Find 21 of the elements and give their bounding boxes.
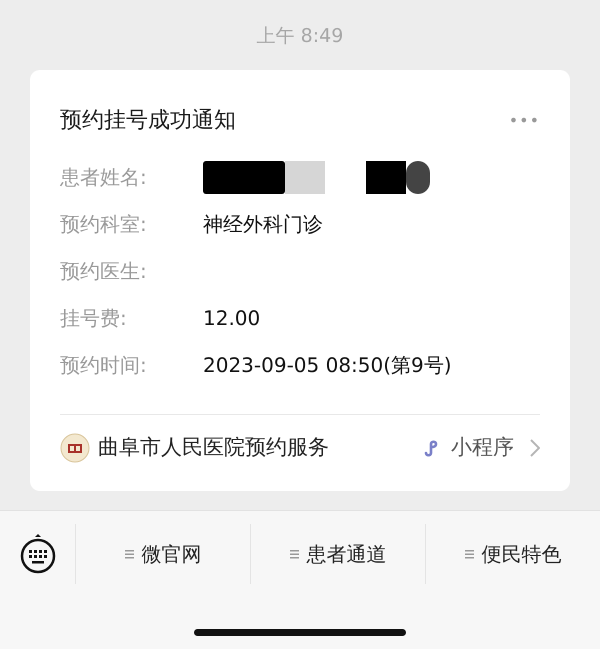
menu-button[interactable]: 微官网 bbox=[75, 524, 250, 584]
mini-program-label: 小程序 bbox=[451, 434, 514, 461]
card-title: 预约挂号成功通知 bbox=[60, 107, 236, 135]
field-label: 预约时间: bbox=[60, 352, 148, 378]
menu-icon bbox=[290, 548, 298, 558]
field-value: 神经外科门诊 bbox=[203, 210, 323, 238]
field-value: 2023-09-05 08:50(第9号) bbox=[203, 352, 452, 378]
menu-button[interactable]: 便民特色 bbox=[425, 524, 600, 584]
menu-icon bbox=[124, 548, 134, 558]
hospital-logo-icon bbox=[60, 432, 90, 462]
keyboard-icon[interactable] bbox=[18, 534, 56, 574]
service-name[interactable]: 曲阜市人民医院预约服务 bbox=[98, 432, 329, 464]
menu-button[interactable]: 患者通道 bbox=[250, 524, 425, 584]
field-label: 预约医生: bbox=[60, 258, 148, 284]
field-label: 预约科室: bbox=[60, 210, 148, 238]
timestamp: 上午 8:49 bbox=[256, 25, 344, 47]
field-label: 患者姓名: bbox=[60, 164, 148, 190]
field-label: 挂号费: bbox=[60, 304, 128, 332]
message-card[interactable]: 预约挂号成功通知 ••• 患者姓名: 预约科室: 神经外科门诊 预约医生: 挂号费: 12.00 预约时间: 2023-09-05 08:50(第9号) 曲阜市人民医院预约服务 小程序 bbox=[30, 70, 570, 491]
menu-icon bbox=[464, 548, 474, 558]
field-value: 12.00 bbox=[203, 304, 260, 332]
